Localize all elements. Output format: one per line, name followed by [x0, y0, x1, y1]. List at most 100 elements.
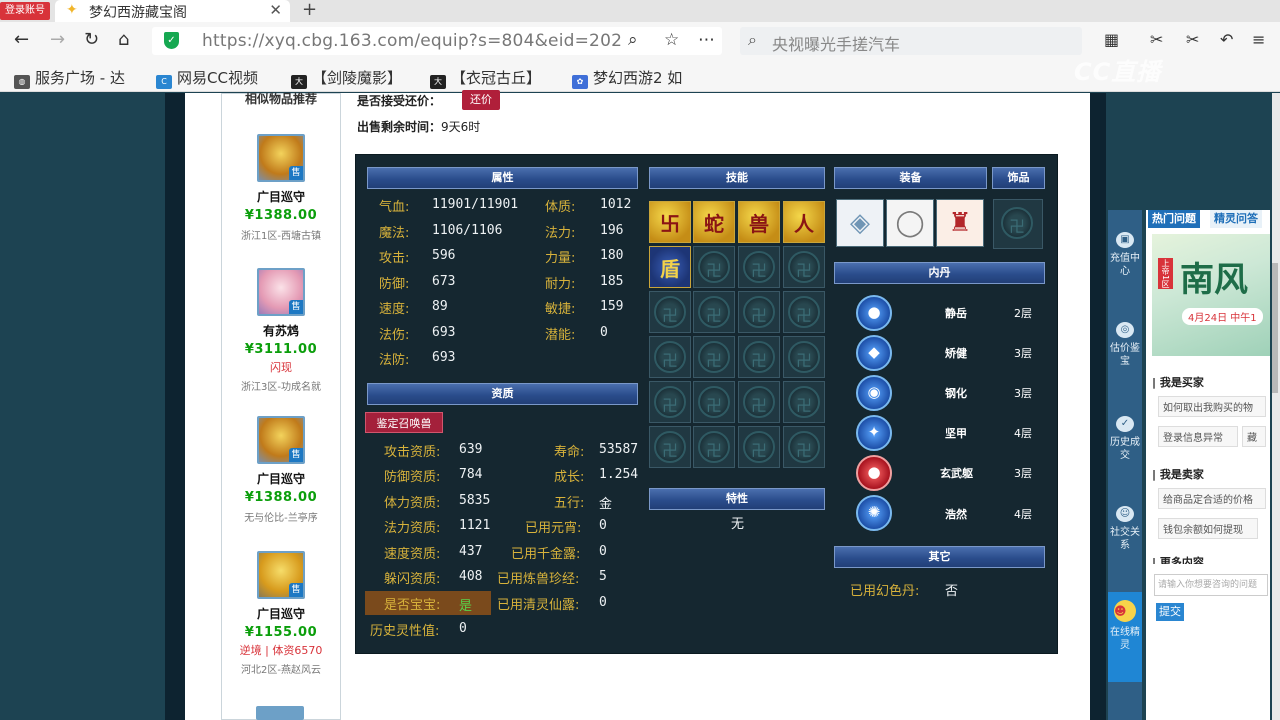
appraise-pet-button[interactable]: 鉴定召唤兽 [365, 412, 443, 433]
related-name[interactable]: 广目巡守 [222, 188, 340, 205]
help-link[interactable]: 给商品定合适的价格 [1158, 488, 1266, 509]
history-link[interactable]: ✓ 历史成交 [1108, 416, 1142, 462]
remaining-time-value: 9天6时 [441, 120, 481, 134]
back-icon[interactable]: ← [14, 30, 29, 50]
neidan-orb-icon[interactable]: ● [856, 295, 892, 331]
question-input[interactable]: 请输入你想要咨询的问题 [1154, 574, 1268, 596]
related-name[interactable]: 广目巡守 [222, 605, 340, 622]
more-icon[interactable]: ⋯ [698, 30, 715, 50]
related-item[interactable]: 售 广目巡守 ¥1388.00 浙江1区-西塘古镇 [222, 134, 340, 242]
neidan-orb-icon[interactable]: ✺ [856, 495, 892, 531]
scissors-icon[interactable]: ✂ [1150, 30, 1163, 49]
related-item[interactable]: 售 广目巡守 ¥1388.00 无与伦比-兰亭序 [222, 416, 340, 524]
zoom-icon[interactable]: ⌕ [628, 30, 638, 50]
apt-label: 已用炼兽珍经: [497, 572, 580, 587]
equip-slot[interactable]: ◈ [836, 199, 884, 247]
new-tab-icon[interactable]: + [302, 0, 317, 20]
empty-skill-slot [693, 336, 735, 378]
avatar[interactable] [256, 706, 304, 720]
page-scrollbar[interactable] [1272, 93, 1280, 720]
aptitude-header: 资质 [367, 383, 638, 405]
neidan-orb-icon[interactable]: ● [856, 455, 892, 491]
close-tab-icon[interactable]: ✕ [269, 1, 282, 19]
empty-coin-icon [743, 431, 775, 463]
related-name[interactable]: 广目巡守 [222, 470, 340, 487]
attr-value: 89 [432, 299, 448, 314]
neidan-orb-icon[interactable]: ◉ [856, 375, 892, 411]
neidan-orb-icon[interactable]: ✦ [856, 415, 892, 451]
bookmark-item[interactable]: 大【衣冠古丘】 [430, 67, 541, 89]
neidan-level: 2层 [1014, 307, 1032, 320]
counter-offer-button[interactable]: 还价 [462, 90, 500, 110]
attr-label: 潜能: [545, 328, 576, 343]
avatar[interactable]: 售 [257, 268, 305, 316]
skill-rune-icon: 卐 [660, 212, 680, 236]
equip-slot[interactable]: ◯ [886, 199, 934, 247]
bookmark-item[interactable]: C 网易CC视频 [156, 67, 258, 89]
empty-coin-icon [654, 431, 686, 463]
search-box[interactable]: ⌕ 央视曝光手搓汽车 [740, 27, 1082, 55]
equip-robe-icon: ♜ [948, 208, 972, 238]
skill-slot[interactable]: 兽 [738, 201, 780, 243]
tab-hot-questions[interactable]: 热门问题 [1148, 210, 1200, 228]
wallet-icon: ▣ [1116, 232, 1134, 248]
neidan-level: 3层 [1014, 467, 1032, 480]
attributes-header: 属性 [367, 167, 638, 189]
tab-assistant-qa[interactable]: 精灵问答 [1210, 210, 1262, 228]
equip-header: 装备 [834, 167, 987, 189]
avatar[interactable]: 售 [257, 551, 305, 599]
related-item[interactable]: 售 有苏鸩 ¥3111.00 闪现 浙江3区-功成名就 [222, 268, 340, 393]
social-link[interactable]: ☺ 社交关系 [1108, 506, 1142, 552]
bookmark-item[interactable]: ◍ 服务广场 - 达 [14, 67, 125, 89]
related-name[interactable]: 有苏鸩 [222, 322, 340, 339]
sidebar-item-label: 社交关系 [1110, 527, 1140, 551]
tools-icon[interactable]: ✂ [1186, 30, 1199, 49]
submit-button[interactable]: 提交 [1156, 603, 1184, 621]
help-link[interactable]: 藏 [1242, 426, 1266, 447]
url-text[interactable]: https://xyq.cbg.163.com/equip?s=804&eid=… [202, 31, 622, 51]
address-bar[interactable]: ✓ https://xyq.cbg.163.com/equip?s=804&ei… [152, 27, 722, 55]
skill-slot[interactable]: 人 [783, 201, 825, 243]
skill-slot[interactable]: 蛇 [693, 201, 735, 243]
avatar[interactable]: 售 [257, 416, 305, 464]
login-badge[interactable]: 登录账号 [0, 2, 50, 20]
recharge-center-link[interactable]: ▣ 充值中心 [1108, 232, 1142, 278]
attr-value: 196 [600, 223, 624, 238]
reload-icon[interactable]: ↻ [84, 30, 99, 50]
empty-skill-slot [738, 291, 780, 333]
equip-slot[interactable]: ♜ [936, 199, 984, 247]
sidebar-item-label: 充值中心 [1110, 253, 1140, 277]
undo-icon[interactable]: ↶ [1220, 30, 1233, 49]
bookmark-item[interactable]: 大【剑陵魔影】 [291, 67, 402, 89]
bookmark-site-icon: 大 [291, 75, 307, 89]
avatar[interactable]: 售 [257, 134, 305, 182]
empty-coin-icon [1001, 207, 1033, 239]
bookmark-item[interactable]: ✿ 梦幻西游2 如 [572, 67, 682, 89]
neidan-orb-icon[interactable]: ◆ [856, 335, 892, 371]
attr-value: 185 [600, 274, 624, 289]
menu-icon[interactable]: ≡ [1252, 30, 1265, 49]
assistant-avatar-icon: ☻ [1114, 600, 1136, 622]
help-link[interactable]: 钱包余额如何提现 [1158, 518, 1258, 539]
bookmark-star-icon[interactable]: ☆ [664, 30, 679, 50]
related-item[interactable]: 售 广目巡守 ¥1155.00 逆境 | 体资6570 河北2区-燕赵风云 [222, 551, 340, 676]
paw-icon: ✿ [572, 75, 588, 89]
banner-date: 4月24日 中午1 [1182, 308, 1263, 325]
online-assistant-button[interactable]: ☻ 在线精灵 [1108, 592, 1142, 682]
people-icon: ☺ [1116, 506, 1134, 522]
scroll-thumb[interactable] [1272, 263, 1278, 393]
apt-label: 是否宝宝: [384, 598, 441, 613]
promo-banner[interactable]: 上帝1区 南风 4月24日 中午1 [1152, 234, 1270, 356]
help-link[interactable]: 登录信息异常 [1158, 426, 1238, 447]
skill-slot[interactable]: 盾 [649, 246, 691, 288]
tab-title: 梦幻西游藏宝阁 [89, 5, 187, 21]
apps-icon[interactable]: ▦ [1104, 30, 1119, 49]
skill-slot[interactable]: 卐 [649, 201, 691, 243]
appraise-link[interactable]: ◎ 估价鉴宝 [1108, 322, 1142, 368]
home-icon[interactable]: ⌂ [118, 30, 129, 50]
browser-tab[interactable]: ✦ 梦幻西游藏宝阁 ✕ [55, 0, 290, 22]
assistant-label: 在线精灵 [1110, 627, 1140, 651]
help-link[interactable]: 如何取出我购买的物 [1158, 396, 1266, 417]
forward-icon[interactable]: → [50, 30, 65, 50]
coin-icon: ◎ [1116, 322, 1134, 338]
